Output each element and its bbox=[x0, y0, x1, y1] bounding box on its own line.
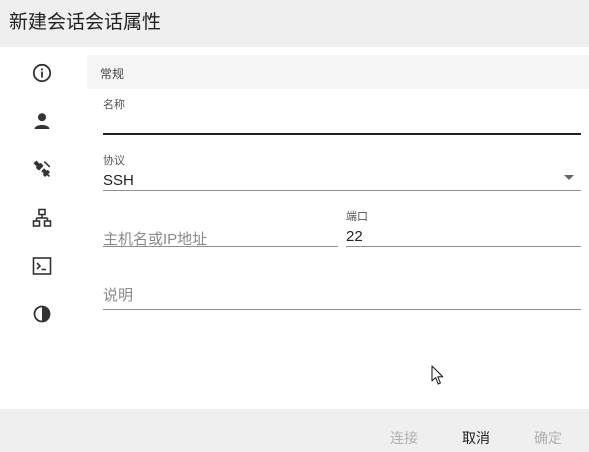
ok-button[interactable]: 确定 bbox=[534, 428, 562, 448]
description-field[interactable]: 说明 bbox=[103, 272, 581, 312]
dialog-title-bar: 新建会话会话属性 bbox=[0, 0, 589, 47]
name-field-label: 名称 bbox=[103, 99, 125, 111]
port-field-value[interactable]: 22 bbox=[346, 228, 363, 245]
name-field-underline bbox=[103, 133, 581, 135]
section-title: 常规 bbox=[100, 67, 125, 81]
connection-plug-icon[interactable] bbox=[28, 155, 56, 183]
network-tree-icon[interactable] bbox=[28, 204, 56, 232]
protocol-select-label: 协议 bbox=[103, 155, 125, 167]
cancel-button[interactable]: 取消 bbox=[462, 428, 490, 448]
dialog-title: 新建会话会话属性 bbox=[9, 12, 162, 33]
protocol-select-value[interactable]: SSH bbox=[103, 172, 134, 189]
port-field-label: 端口 bbox=[346, 211, 368, 223]
port-field[interactable]: 端口 22 bbox=[346, 208, 581, 248]
chevron-down-icon[interactable] bbox=[564, 175, 574, 180]
description-field-underline bbox=[103, 309, 581, 310]
name-field[interactable]: 名称 bbox=[103, 96, 581, 136]
section-header-general: 常规 bbox=[87, 55, 589, 89]
connect-button[interactable]: 连接 bbox=[390, 428, 418, 448]
host-field[interactable]: 主机名或IP地址 bbox=[103, 208, 338, 248]
terminal-icon[interactable] bbox=[28, 252, 56, 280]
contrast-icon[interactable] bbox=[28, 300, 56, 328]
dialog-footer: 连接 取消 确定 bbox=[0, 409, 589, 452]
user-icon[interactable] bbox=[28, 107, 56, 135]
protocol-select-underline bbox=[103, 190, 581, 191]
description-field-placeholder[interactable]: 说明 bbox=[103, 284, 133, 305]
protocol-select[interactable]: 协议 SSH bbox=[103, 152, 581, 192]
host-field-underline bbox=[103, 246, 338, 247]
info-icon[interactable] bbox=[28, 59, 56, 87]
port-field-underline bbox=[346, 246, 581, 247]
mouse-pointer-icon bbox=[431, 365, 445, 391]
